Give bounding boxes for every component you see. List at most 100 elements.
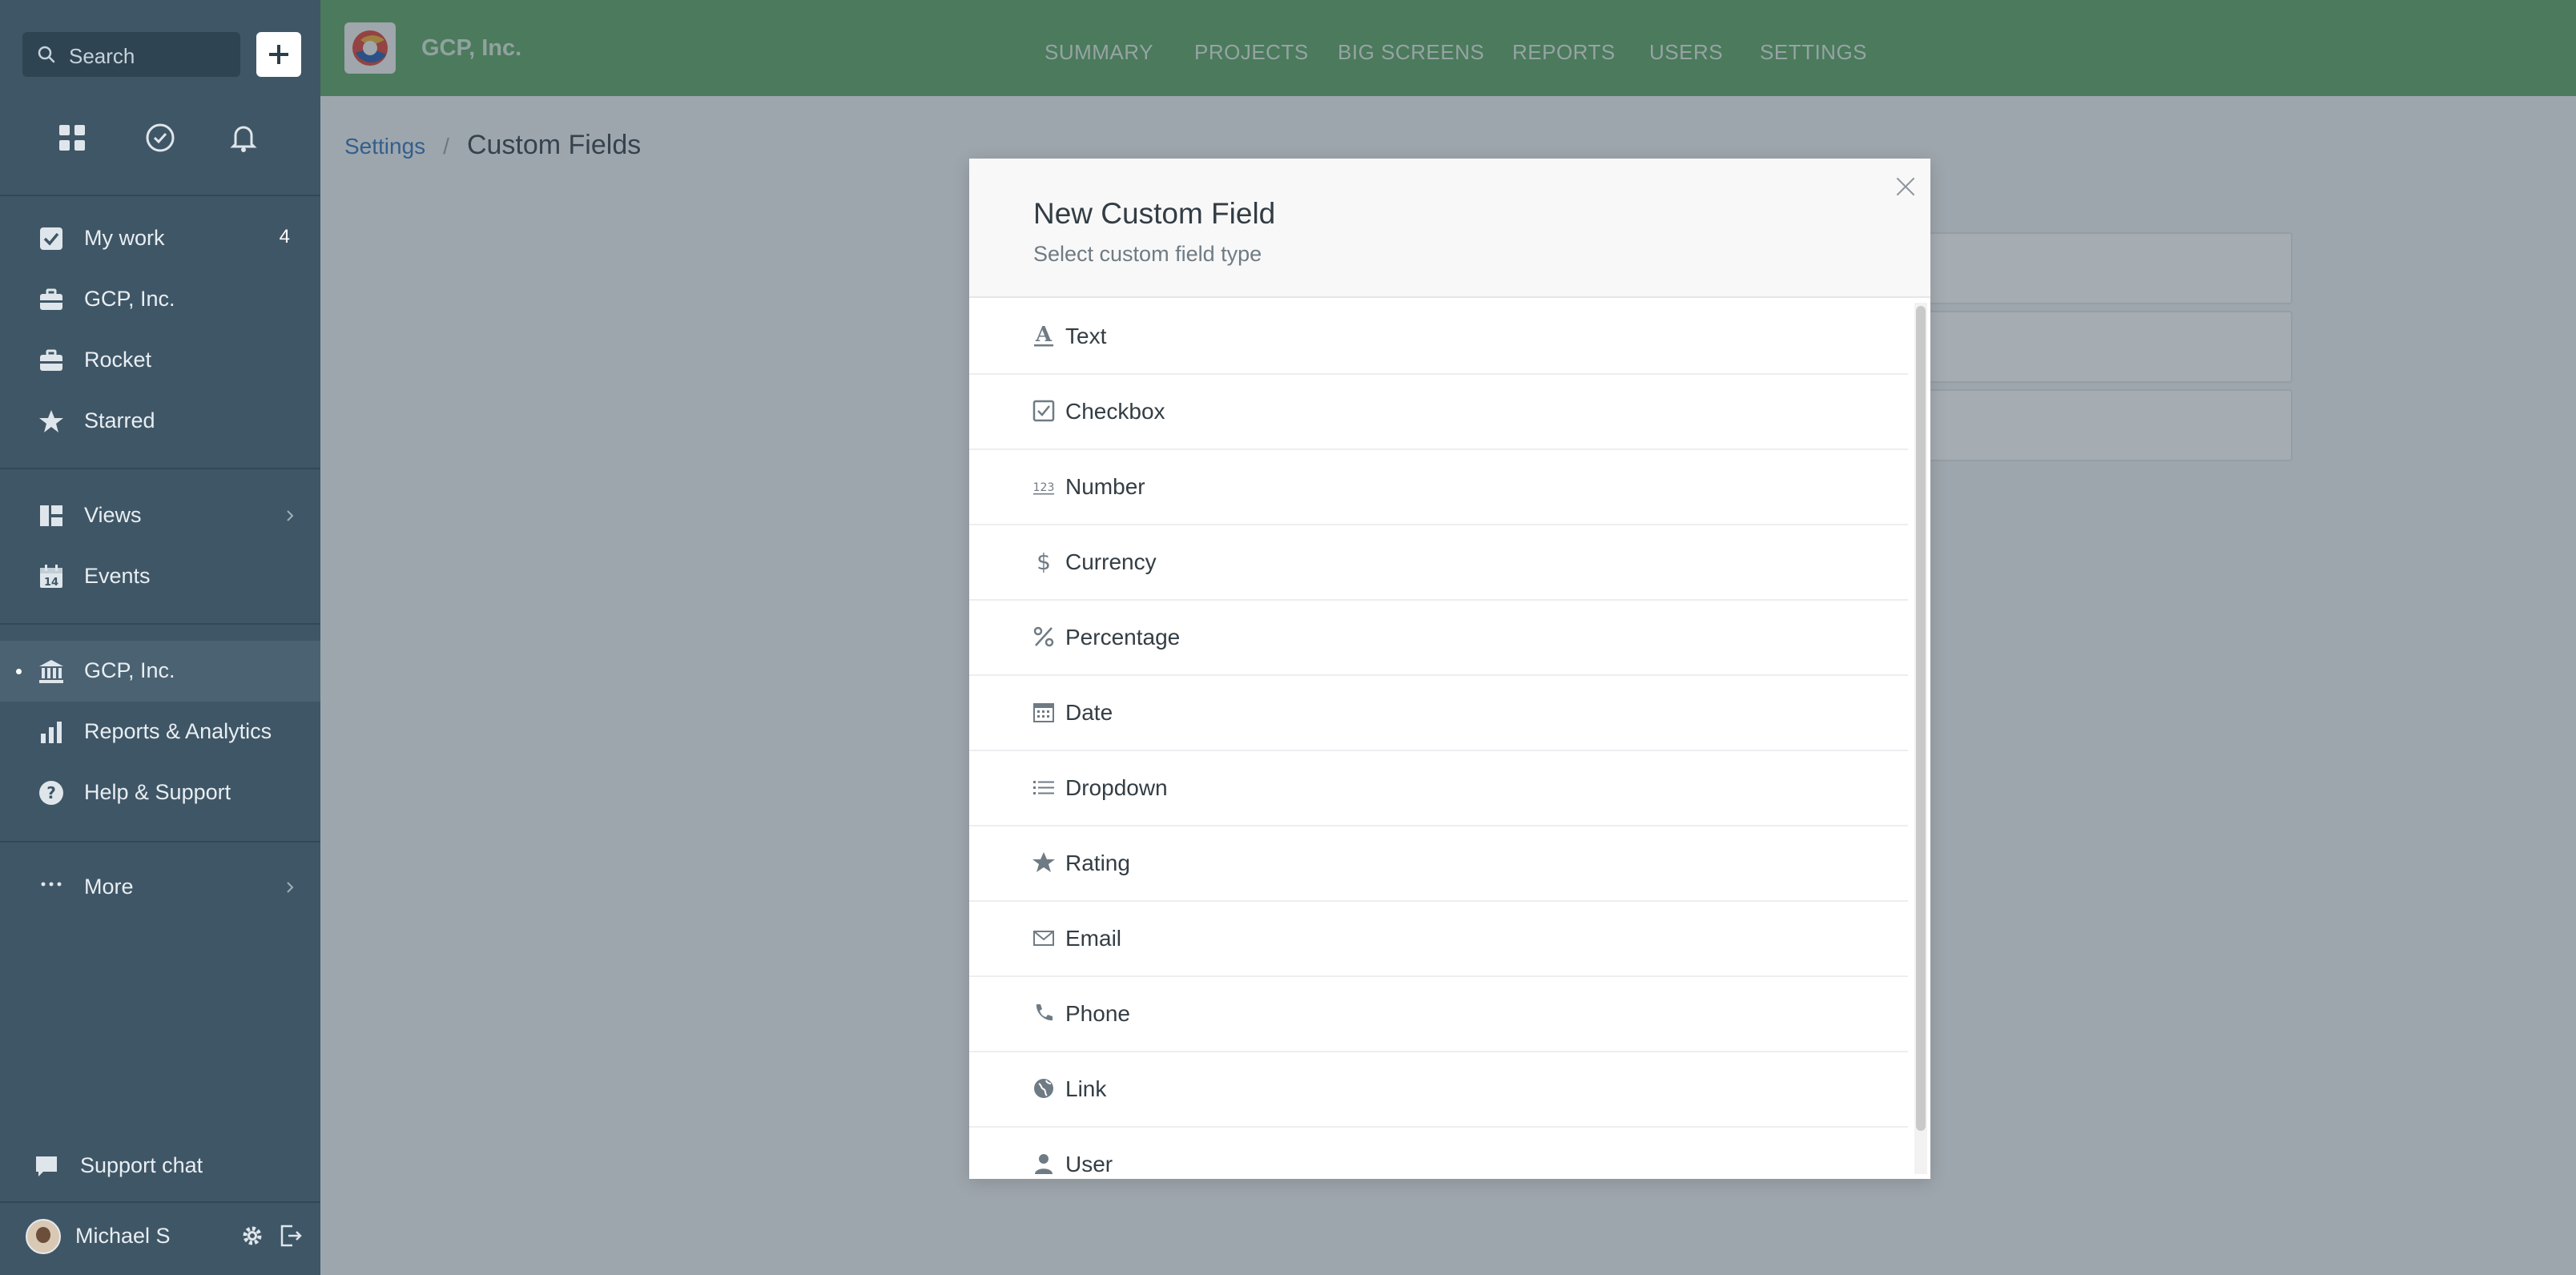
field-type-label: Email xyxy=(1065,926,1122,951)
timer-icon[interactable] xyxy=(143,120,178,155)
sidebar-item-gcp[interactable]: GCP, Inc. xyxy=(0,269,320,330)
field-type-label: Checkbox xyxy=(1065,399,1165,424)
sidebar-item-label: More xyxy=(84,875,134,899)
help-icon: ? xyxy=(38,780,64,806)
new-custom-field-dialog: New Custom Field Select custom field typ… xyxy=(969,159,1930,1179)
field-type-label: Dropdown xyxy=(1065,775,1168,800)
field-type-label: Number xyxy=(1065,474,1145,499)
chevron-right-icon xyxy=(282,508,298,524)
dollar-icon: $ xyxy=(1032,549,1056,575)
number-icon: 123 xyxy=(1032,474,1056,498)
sidebar-item-label: Views xyxy=(84,503,142,527)
search-input[interactable]: Search xyxy=(22,32,240,77)
sidebar-item-more[interactable]: More xyxy=(0,857,320,918)
logout-icon[interactable] xyxy=(279,1224,303,1252)
sidebar-divider xyxy=(0,841,320,843)
avatar[interactable] xyxy=(26,1219,61,1254)
sidebar-item-gcp-workspace[interactable]: GCP, Inc. xyxy=(0,641,320,702)
field-type-label: Currency xyxy=(1065,549,1157,574)
globe-icon xyxy=(1032,1076,1056,1100)
star-icon xyxy=(1032,851,1056,875)
dots-icon xyxy=(38,875,64,900)
sidebar-item-starred[interactable]: Starred xyxy=(0,391,320,452)
field-type-checkbox[interactable]: Checkbox xyxy=(969,375,1908,450)
sidebar-item-events[interactable]: 14 Events xyxy=(0,546,320,607)
briefcase-icon xyxy=(38,348,64,373)
list-icon xyxy=(1032,775,1056,799)
calendar-icon: 14 xyxy=(38,564,64,589)
modal-header: New Custom Field Select custom field typ… xyxy=(969,159,1930,298)
sidebar-divider xyxy=(0,468,320,469)
checkbox-icon xyxy=(38,226,64,251)
text-icon: A xyxy=(1032,323,1056,348)
field-type-label: Rating xyxy=(1065,851,1130,875)
bell-icon[interactable] xyxy=(226,120,261,155)
sidebar-item-rocket[interactable]: Rocket xyxy=(0,330,320,391)
bank-icon xyxy=(38,658,64,684)
sidebar-item-views[interactable]: Views xyxy=(0,485,320,546)
sidebar-item-label: Starred xyxy=(84,408,155,432)
count-badge: 4 xyxy=(279,226,290,247)
field-type-number[interactable]: 123 Number xyxy=(969,450,1908,525)
field-type-label: Text xyxy=(1065,324,1107,348)
field-type-email[interactable]: Email xyxy=(969,902,1908,977)
views-icon xyxy=(38,503,64,529)
sidebar-divider xyxy=(0,195,320,196)
sidebar: Search My work 4 GCP, Inc. Rocket Starre… xyxy=(0,0,320,1275)
quick-icons xyxy=(0,120,320,155)
field-type-list: A Text Checkbox 123 Number $ Currency Pe… xyxy=(969,300,1908,1179)
field-type-currency[interactable]: $ Currency xyxy=(969,525,1908,601)
add-button[interactable] xyxy=(256,32,301,77)
sidebar-item-label: Help & Support xyxy=(84,780,231,804)
field-type-label: Link xyxy=(1065,1076,1107,1101)
user-icon xyxy=(1032,1152,1056,1176)
svg-text:A: A xyxy=(1035,324,1053,347)
svg-text:123: 123 xyxy=(1033,481,1055,494)
sidebar-item-reports[interactable]: Reports & Analytics xyxy=(0,702,320,762)
svg-text:14: 14 xyxy=(44,577,58,589)
gear-icon[interactable] xyxy=(240,1224,264,1252)
star-icon xyxy=(38,408,64,434)
sidebar-divider xyxy=(0,1201,320,1203)
sidebar-item-label: Rocket xyxy=(84,348,152,372)
field-type-label: Phone xyxy=(1065,1001,1130,1026)
sidebar-item-label: GCP, Inc. xyxy=(84,658,175,682)
svg-text:$: $ xyxy=(1036,549,1051,573)
field-type-dropdown[interactable]: Dropdown xyxy=(969,751,1908,827)
sidebar-item-label: My work xyxy=(84,226,165,250)
scrollbar-thumb[interactable] xyxy=(1916,306,1926,1131)
user-row: Michael S xyxy=(0,1209,320,1265)
bar-chart-icon xyxy=(38,719,64,745)
calendar-icon xyxy=(1032,700,1056,724)
field-type-phone[interactable]: Phone xyxy=(969,977,1908,1052)
dashboard-icon[interactable] xyxy=(54,120,90,155)
search-row: Search xyxy=(22,32,301,77)
modal-subtitle: Select custom field type xyxy=(1033,242,1262,266)
search-icon xyxy=(37,45,56,68)
field-type-label: Percentage xyxy=(1065,625,1181,650)
field-type-rating[interactable]: Rating xyxy=(969,827,1908,902)
modal-title: New Custom Field xyxy=(1033,197,1276,230)
close-icon[interactable] xyxy=(1892,173,1919,200)
sidebar-divider xyxy=(0,623,320,625)
phone-icon xyxy=(1032,1001,1056,1025)
briefcase-icon xyxy=(38,287,64,312)
active-indicator xyxy=(16,669,22,674)
field-type-text[interactable]: A Text xyxy=(969,300,1908,375)
support-chat-label: Support chat xyxy=(80,1153,203,1177)
field-type-user[interactable]: User xyxy=(969,1128,1908,1179)
chat-icon xyxy=(34,1153,59,1183)
sidebar-item-label: Events xyxy=(84,564,151,588)
field-type-link[interactable]: Link xyxy=(969,1052,1908,1128)
field-type-date[interactable]: Date xyxy=(969,676,1908,751)
field-type-percentage[interactable]: Percentage xyxy=(969,601,1908,676)
sidebar-item-my-work[interactable]: My work 4 xyxy=(0,208,320,269)
sidebar-item-help[interactable]: ? Help & Support xyxy=(0,762,320,823)
checkbox-icon xyxy=(1032,399,1056,423)
chevron-right-icon xyxy=(282,879,298,895)
sidebar-item-label: GCP, Inc. xyxy=(84,287,175,311)
user-name[interactable]: Michael S xyxy=(75,1224,171,1249)
percent-icon xyxy=(1032,625,1056,649)
support-chat-button[interactable]: Support chat xyxy=(0,1136,320,1197)
field-type-label: User xyxy=(1065,1152,1113,1176)
